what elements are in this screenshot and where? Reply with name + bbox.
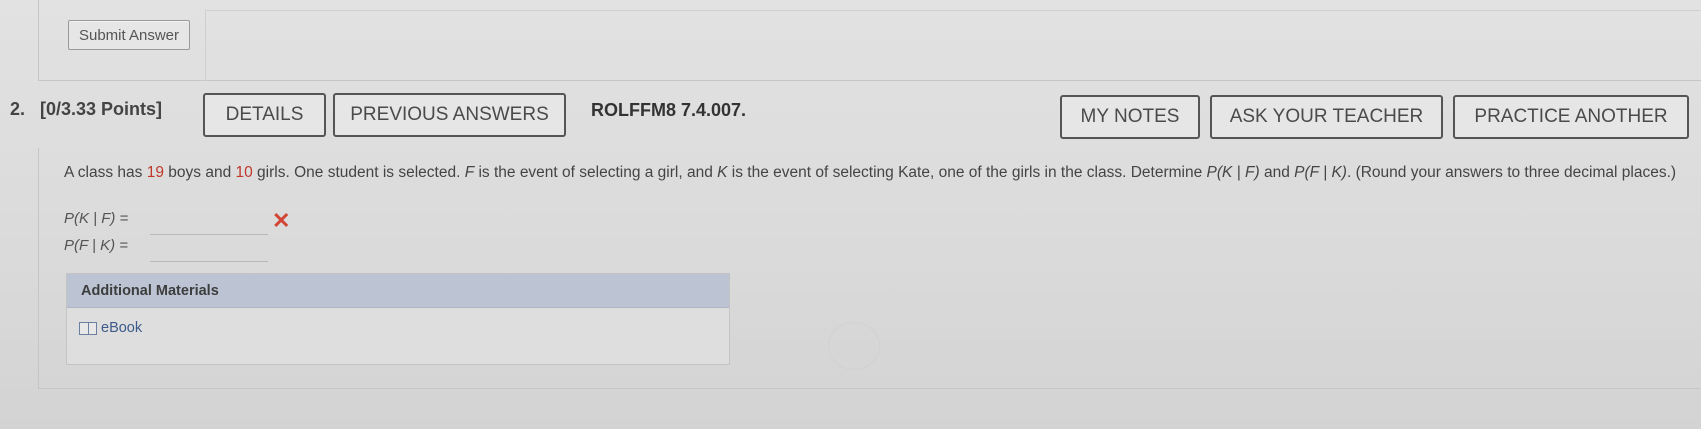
previous-question-inner-panel (205, 10, 1701, 81)
additional-materials-heading: Additional Materials (67, 274, 729, 308)
question-header: 2. [0/3.33 Points] DETAILS PREVIOUS ANSW… (0, 86, 1701, 146)
page: Submit Answer 2. [0/3.33 Points] DETAILS… (0, 0, 1701, 429)
question-points: [0/3.33 Points] (40, 99, 163, 119)
submit-answer-button[interactable]: Submit Answer (68, 20, 190, 50)
question-number: 2. (10, 99, 26, 119)
answer-label-pfk: P(F | K) = (64, 237, 129, 254)
practice-another-button[interactable]: PRACTICE ANOTHER (1453, 95, 1689, 139)
additional-materials-panel: Additional Materials eBook (66, 273, 730, 365)
screen-smudge (828, 322, 880, 370)
boys-count: 19 (146, 164, 164, 181)
answer-row-pfk: P(F | K) = (64, 237, 268, 262)
book-icon (79, 321, 97, 335)
answer-row-pkf: P(K | F) = (64, 210, 268, 235)
girls-count: 10 (235, 164, 253, 181)
ask-your-teacher-button[interactable]: ASK YOUR TEACHER (1210, 95, 1443, 139)
ebook-label: eBook (101, 320, 143, 336)
question-code: ROLFFM8 7.4.007. (591, 100, 747, 120)
details-button[interactable]: DETAILS (203, 93, 326, 137)
question-text: A class has 19 boys and 10 girls. One st… (64, 164, 1677, 181)
previous-answers-button[interactable]: PREVIOUS ANSWERS (333, 93, 566, 137)
answer-input-pfk[interactable] (150, 237, 268, 262)
ebook-link[interactable]: eBook (79, 320, 142, 336)
incorrect-icon: ✕ (272, 208, 291, 233)
answer-label-pkf: P(K | F) = (64, 210, 129, 227)
answer-input-pkf[interactable] (150, 210, 268, 235)
my-notes-button[interactable]: MY NOTES (1060, 95, 1200, 139)
